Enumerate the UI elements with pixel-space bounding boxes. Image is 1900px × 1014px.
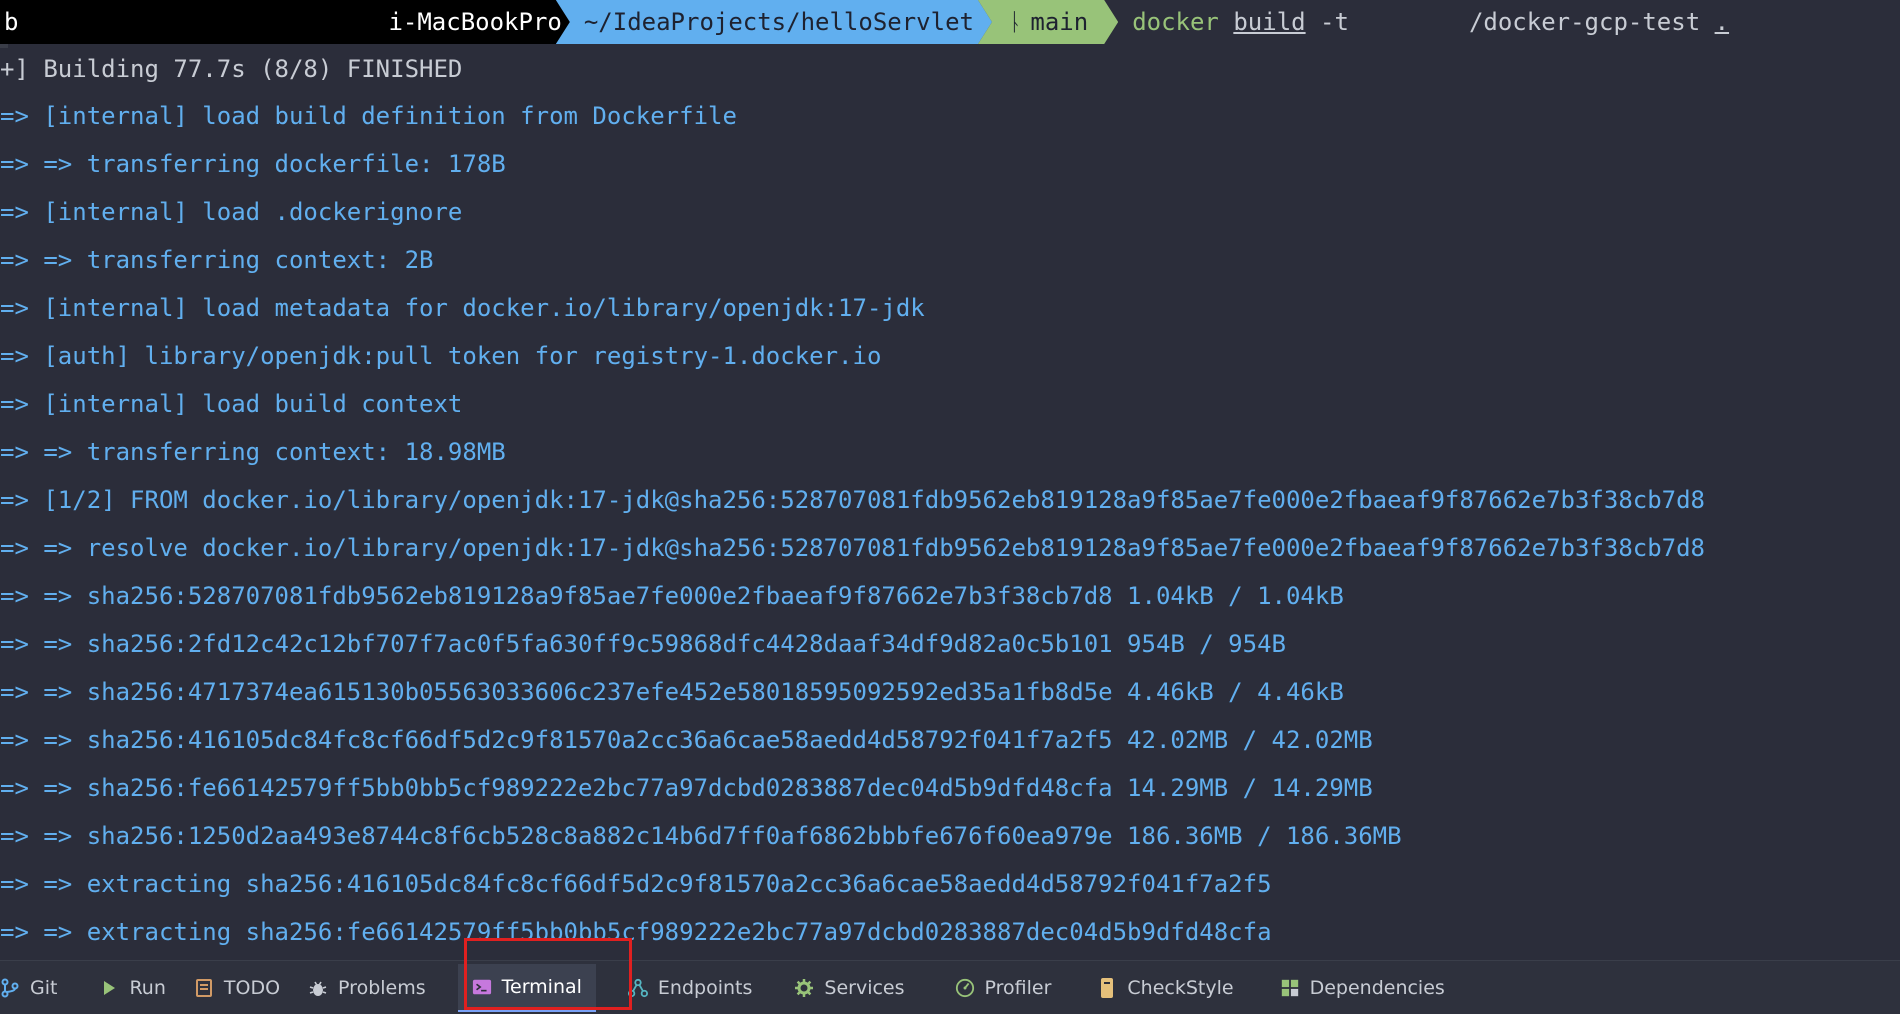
output-line: => [internal] load .dockerignore — [0, 198, 463, 226]
prompt-branch-segment: ᚿ main — [978, 0, 1118, 44]
output-line: => => sha256:1250d2aa493e8744c8f6cb528c8… — [0, 822, 1402, 850]
output-line: => => transferring dockerfile: 178B — [0, 150, 506, 178]
tab-label: Run — [129, 976, 166, 999]
tab-checkstyle[interactable]: CheckStyle — [1083, 965, 1247, 1011]
gear-icon — [794, 978, 814, 998]
tab-problems[interactable]: Problems — [294, 965, 440, 1011]
tab-label: TODO — [223, 976, 281, 999]
tab-endpoints[interactable]: Endpoints — [614, 965, 766, 1011]
gauge-icon — [955, 978, 975, 998]
tab-label: Git — [30, 976, 58, 999]
terminal-panel[interactable]: b i-MacBookPro ~/IdeaProjects/helloServle… — [0, 0, 1900, 960]
output-line: => [auth] library/openjdk:pull token for… — [0, 342, 882, 370]
tab-label: Services — [824, 976, 905, 999]
output-line: => => sha256:416105dc84fc8cf66df5d2c9f81… — [0, 726, 1373, 754]
output-line: +] Building 77.7s (8/8) FINISHED — [0, 55, 463, 83]
tab-services[interactable]: Services — [780, 965, 918, 1011]
shell-prompt: b i-MacBookPro ~/IdeaProjects/helloServle… — [0, 0, 1900, 44]
tab-label: Problems — [338, 976, 426, 999]
terminal-output[interactable]: +] Building 77.7s (8/8) FINISHED => [int… — [0, 48, 1900, 956]
prompt-path: ~/IdeaProjects/helloServlet — [583, 8, 974, 36]
output-line: => => sha256:fe66142579ff5bb0bb5cf989222… — [0, 774, 1373, 802]
tab-label: Endpoints — [657, 976, 753, 999]
prompt-user-host-segment: b i-MacBookPro — [0, 0, 570, 44]
output-line: => => extracting sha256:fe66142579ff5bb0… — [0, 918, 1272, 946]
checkstyle-icon — [1097, 977, 1117, 998]
tab-dependencies[interactable]: Dependencies — [1266, 965, 1459, 1011]
prompt-leading-char: b — [4, 8, 19, 36]
output-line: => [internal] load metadata for docker.i… — [0, 294, 925, 322]
tab-label: CheckStyle — [1127, 976, 1234, 999]
todo-list-icon — [194, 978, 214, 998]
command-arg-build: build — [1233, 8, 1306, 36]
output-line: => => extracting sha256:416105dc84fc8cf6… — [0, 870, 1272, 898]
command-arg-image: /docker-gcp-test — [1468, 8, 1701, 36]
git-branch-icon: ᚿ — [1007, 8, 1023, 36]
git-branch-icon — [0, 978, 20, 998]
tool-window-bar: Git Run TODO Problems Terminal Endpoints — [0, 960, 1900, 1014]
output-line: => => resolve docker.io/library/openjdk:… — [0, 534, 1706, 562]
output-line: => [1/2] FROM docker.io/library/openjdk:… — [0, 486, 1706, 514]
bug-icon — [308, 978, 328, 998]
prompt-user-host: i-MacBookPro — [388, 8, 562, 36]
output-line: => [internal] load build context — [0, 390, 463, 418]
output-line: => => sha256:528707081fdb9562eb819128a9f… — [0, 582, 1344, 610]
dependencies-icon — [1280, 978, 1300, 998]
tab-profiler[interactable]: Profiler — [941, 965, 1066, 1011]
play-icon — [99, 978, 119, 998]
terminal-tab-highlight — [464, 938, 632, 1010]
prompt-path-segment: ~/IdeaProjects/helloServlet — [556, 0, 992, 44]
tab-label: Dependencies — [1309, 976, 1445, 999]
tab-label: Profiler — [984, 976, 1052, 999]
output-line: => => transferring context: 2B — [0, 246, 434, 274]
prompt-branch: main — [1030, 8, 1089, 36]
command-name: docker — [1132, 8, 1219, 36]
output-line: => => transferring context: 18.98MB — [0, 438, 506, 466]
tab-run[interactable]: Run — [85, 965, 179, 1011]
output-line: => => sha256:4717374ea615130b05563033606… — [0, 678, 1344, 706]
output-line: => => sha256:2fd12c42c12bf707f7ac0f5fa63… — [0, 630, 1286, 658]
output-line: => [internal] load build definition from… — [0, 102, 737, 130]
command-arg-tag-flag: -t — [1320, 8, 1349, 36]
tab-todo[interactable]: TODO — [180, 965, 294, 1011]
tab-git[interactable]: Git — [0, 965, 71, 1011]
command-arg-context: . — [1714, 8, 1730, 36]
